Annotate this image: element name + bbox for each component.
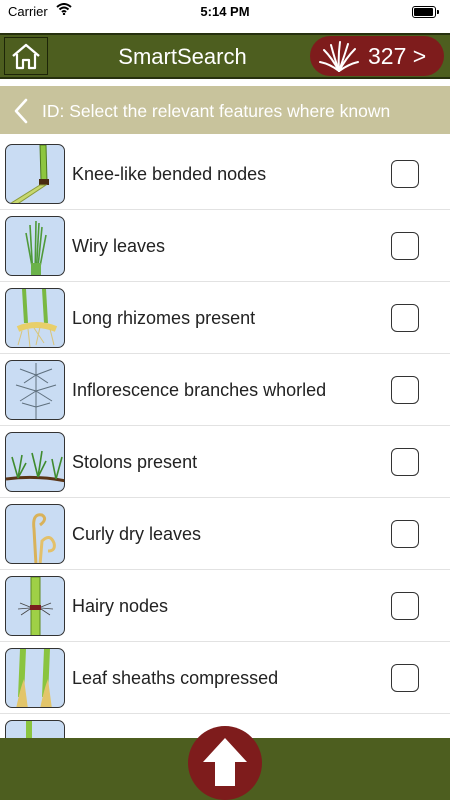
compressed-sheath-icon xyxy=(5,648,65,708)
stolon-icon xyxy=(5,432,65,492)
feature-label: Long rhizomes present xyxy=(72,308,256,328)
status-bar: Carrier 5:14 PM xyxy=(0,0,450,24)
feature-checkbox[interactable] xyxy=(391,592,419,620)
feature-checkbox[interactable] xyxy=(391,520,419,548)
feature-checkbox[interactable] xyxy=(391,160,419,188)
app-header: SmartSearch 327 > xyxy=(0,33,450,79)
result-count-button[interactable]: 327 > xyxy=(310,36,444,76)
feature-checkbox[interactable] xyxy=(391,664,419,692)
partial-feature-icon xyxy=(5,720,65,738)
feature-list[interactable]: Knee-like bended nodes Wiry leaves Long … xyxy=(0,138,450,738)
feature-label: Wiry leaves xyxy=(72,236,166,256)
rhizome-icon xyxy=(5,288,65,348)
feature-checkbox[interactable] xyxy=(391,304,419,332)
home-icon xyxy=(12,43,40,70)
section-header: ID: Select the relevant features where k… xyxy=(0,86,450,134)
status-time: 5:14 PM xyxy=(200,4,250,19)
list-item[interactable]: Knee-like bended nodes xyxy=(0,138,450,210)
scroll-top-button[interactable] xyxy=(188,726,262,800)
list-item[interactable]: Hairy nodes xyxy=(0,570,450,642)
curly-leaves-icon xyxy=(5,504,65,564)
feature-checkbox[interactable] xyxy=(391,232,419,260)
feature-label: Knee-like bended nodes xyxy=(72,164,267,184)
section-title: ID: Select the relevant features where k… xyxy=(42,101,391,121)
wiry-leaves-icon xyxy=(5,216,65,276)
grass-icon xyxy=(319,41,359,72)
battery-icon xyxy=(412,6,439,18)
home-button[interactable] xyxy=(4,37,48,75)
feature-label: Hairy nodes xyxy=(72,596,169,616)
list-item[interactable]: Curly dry leaves xyxy=(0,498,450,570)
feature-label: Inflorescence branches whorled xyxy=(72,380,327,400)
list-item[interactable]: Wiry leaves xyxy=(0,210,450,282)
feature-label: Leaf sheaths compressed xyxy=(72,668,279,688)
feature-label: Stolons present xyxy=(72,452,198,472)
app-title: SmartSearch xyxy=(118,44,247,69)
feature-checkbox[interactable] xyxy=(391,376,419,404)
list-item[interactable]: Inflorescence branches whorled xyxy=(0,354,450,426)
bottom-toolbar xyxy=(0,726,450,800)
feature-label: Curly dry leaves xyxy=(72,524,202,544)
hairy-node-icon xyxy=(5,576,65,636)
chevron-left-icon[interactable] xyxy=(13,98,29,124)
list-item[interactable]: Leaf sheaths compressed xyxy=(0,642,450,714)
whorled-inflorescence-icon xyxy=(5,360,65,420)
arrow-up-icon xyxy=(203,738,247,786)
list-item[interactable]: Long rhizomes present xyxy=(0,282,450,354)
list-item[interactable]: Stolons present xyxy=(0,426,450,498)
bent-node-icon xyxy=(5,144,65,204)
feature-checkbox[interactable] xyxy=(391,448,419,476)
result-count: 327 > xyxy=(368,43,427,69)
